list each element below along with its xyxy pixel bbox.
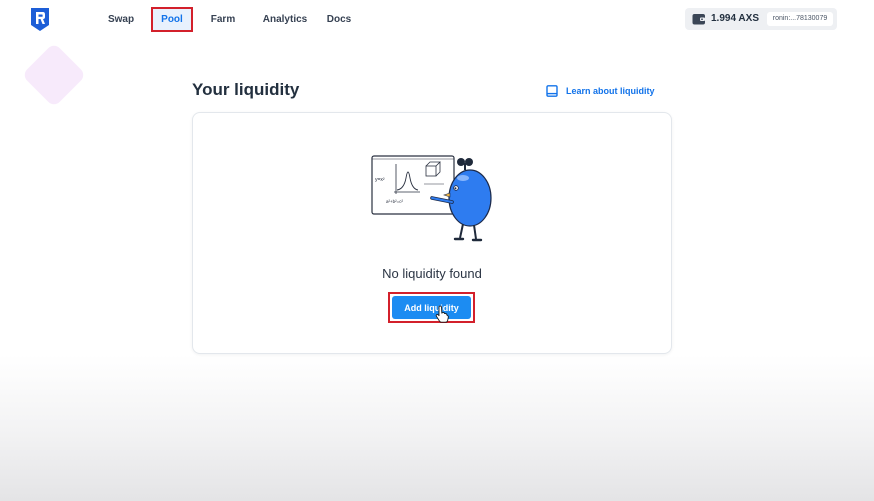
nav-farm[interactable]: Farm	[207, 10, 239, 30]
book-icon	[546, 85, 558, 97]
nav-swap[interactable]: Swap	[105, 10, 137, 30]
empty-state-message: No liquidity found	[382, 266, 482, 281]
wallet-address: ronin:...78130079	[767, 12, 833, 26]
learn-about-liquidity-link[interactable]: Learn about liquidity	[546, 84, 655, 98]
hand-cursor-icon	[435, 305, 449, 323]
page-title: Your liquidity	[192, 80, 300, 99]
nav-farm-label: Farm	[210, 14, 236, 25]
mascot-whiteboard-illustration: y=x² a²+b²=c²	[371, 155, 492, 242]
nav-pool-label: Pool	[161, 14, 183, 25]
ronin-logo[interactable]	[30, 7, 50, 32]
nav-docs[interactable]: Docs	[323, 10, 355, 30]
learn-link-label: Learn about liquidity	[566, 86, 655, 96]
decorative-diamond	[21, 42, 87, 108]
add-liquidity-button[interactable]: Add liquidity	[392, 296, 471, 319]
nav-swap-label: Swap	[107, 14, 135, 25]
add-liquidity-highlight: Add liquidity	[388, 292, 475, 323]
nav-analytics[interactable]: Analytics	[260, 10, 310, 30]
wallet-icon	[692, 14, 705, 25]
svg-text:a²+b²=c²: a²+b²=c²	[386, 199, 404, 204]
svg-text:y=x²: y=x²	[375, 177, 385, 183]
wallet-button[interactable]: 1.994 AXS ronin:...78130079	[685, 8, 837, 30]
nav-docs-label: Docs	[326, 14, 352, 25]
nav-analytics-label: Analytics	[262, 14, 308, 25]
nav-pool[interactable]: Pool	[151, 7, 193, 32]
wallet-balance: 1.994 AXS	[711, 13, 759, 24]
